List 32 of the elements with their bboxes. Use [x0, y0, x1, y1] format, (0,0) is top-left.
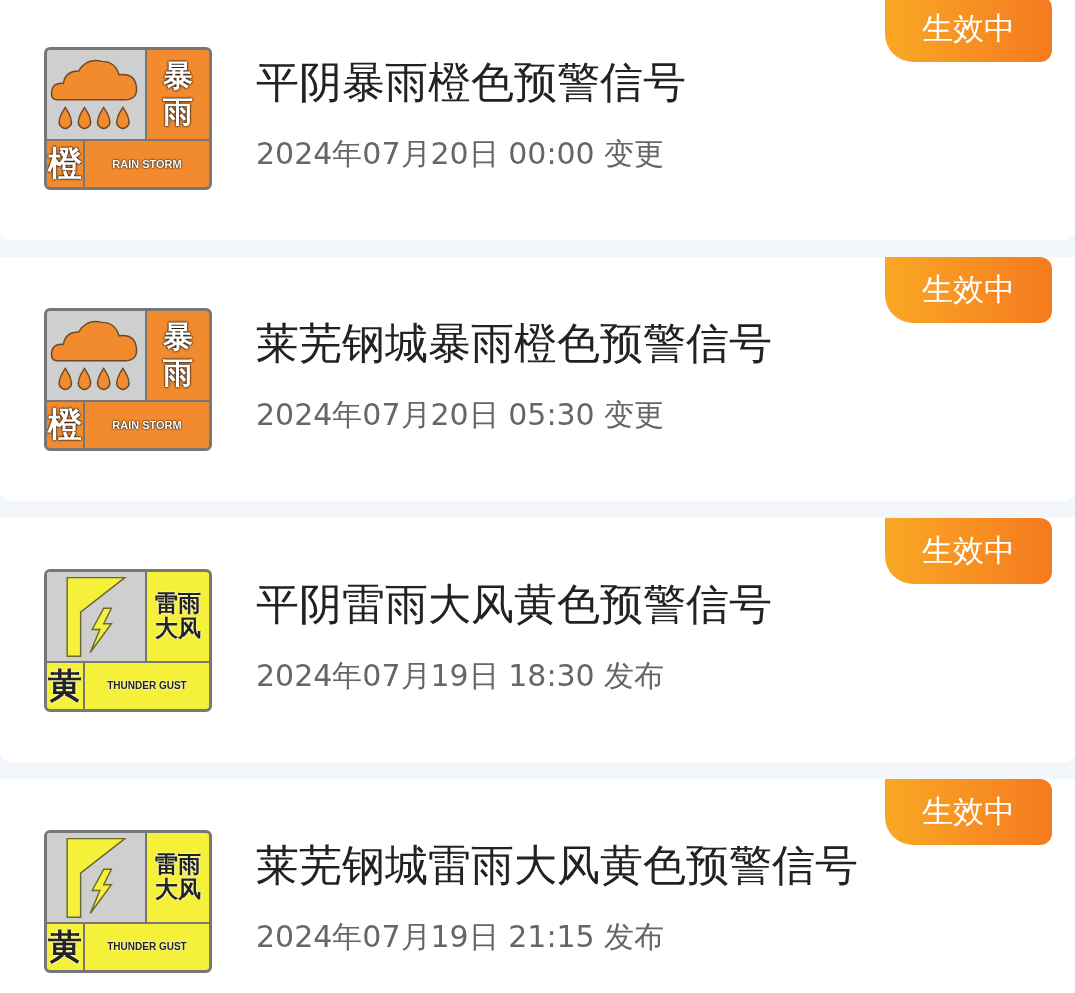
sign-level: 橙 — [47, 140, 85, 187]
sign-level: 黄 — [47, 923, 85, 970]
sign-label: 暴 — [163, 58, 193, 94]
sign-label: 雷雨 — [155, 590, 201, 616]
sign-label: 雨 — [163, 94, 193, 130]
sign-label: 暴 — [163, 319, 193, 355]
warning-title: 平阴暴雨橙色预警信号 — [256, 55, 686, 109]
sign-english: RAIN STORM — [111, 156, 183, 172]
sign-english: THUNDER GUST — [106, 679, 188, 693]
warning-card[interactable]: 生效中 暴 雨 橙 RAIN STORM 莱芜钢城暴雨橙色预警信号 2024年07月20日 05:30 变更 — [0, 257, 1075, 501]
sign-label: 雷雨 — [155, 851, 201, 877]
status-badge: 生效中 — [885, 518, 1052, 584]
warning-time: 2024年07月19日 21:15 发布 — [256, 917, 666, 956]
warning-title: 莱芜钢城雷雨大风黄色预警信号 — [256, 838, 858, 892]
sign-label: 大风 — [155, 877, 201, 903]
status-badge: 生效中 — [885, 257, 1052, 323]
warning-card[interactable]: 生效中 暴 雨 橙 RAIN STORM 平阴暴雨橙色预警信号 2024年07月20日 00:00 变更 — [0, 0, 1075, 240]
status-badge: 生效中 — [885, 779, 1052, 845]
warning-time: 2024年07月20日 05:30 变更 — [256, 395, 666, 434]
sign-english: THUNDER GUST — [106, 940, 188, 954]
warning-card[interactable]: 生效中 雷雨 大风 黄 THUNDER GUST 莱芜钢城雷雨大风黄色预警信号 2024年07月19日 21:15 发布 — [0, 779, 1075, 993]
warning-time: 2024年07月20日 00:00 变更 — [256, 134, 666, 173]
sign-level: 橙 — [47, 401, 85, 448]
sign-label: 雨 — [163, 355, 193, 391]
warning-title: 平阴雷雨大风黄色预警信号 — [256, 577, 772, 631]
status-badge: 生效中 — [885, 0, 1052, 62]
sign-english: RAIN STORM — [111, 417, 183, 433]
warning-card[interactable]: 生效中 雷雨 大风 黄 THUNDER GUST 平阴雷雨大风黄色预警信号 2024年07月19日 18:30 发布 — [0, 518, 1075, 762]
warning-time: 2024年07月19日 18:30 发布 — [256, 656, 666, 695]
warning-title: 莱芜钢城暴雨橙色预警信号 — [256, 316, 772, 370]
sign-label: 大风 — [155, 616, 201, 642]
sign-level: 黄 — [47, 662, 85, 709]
